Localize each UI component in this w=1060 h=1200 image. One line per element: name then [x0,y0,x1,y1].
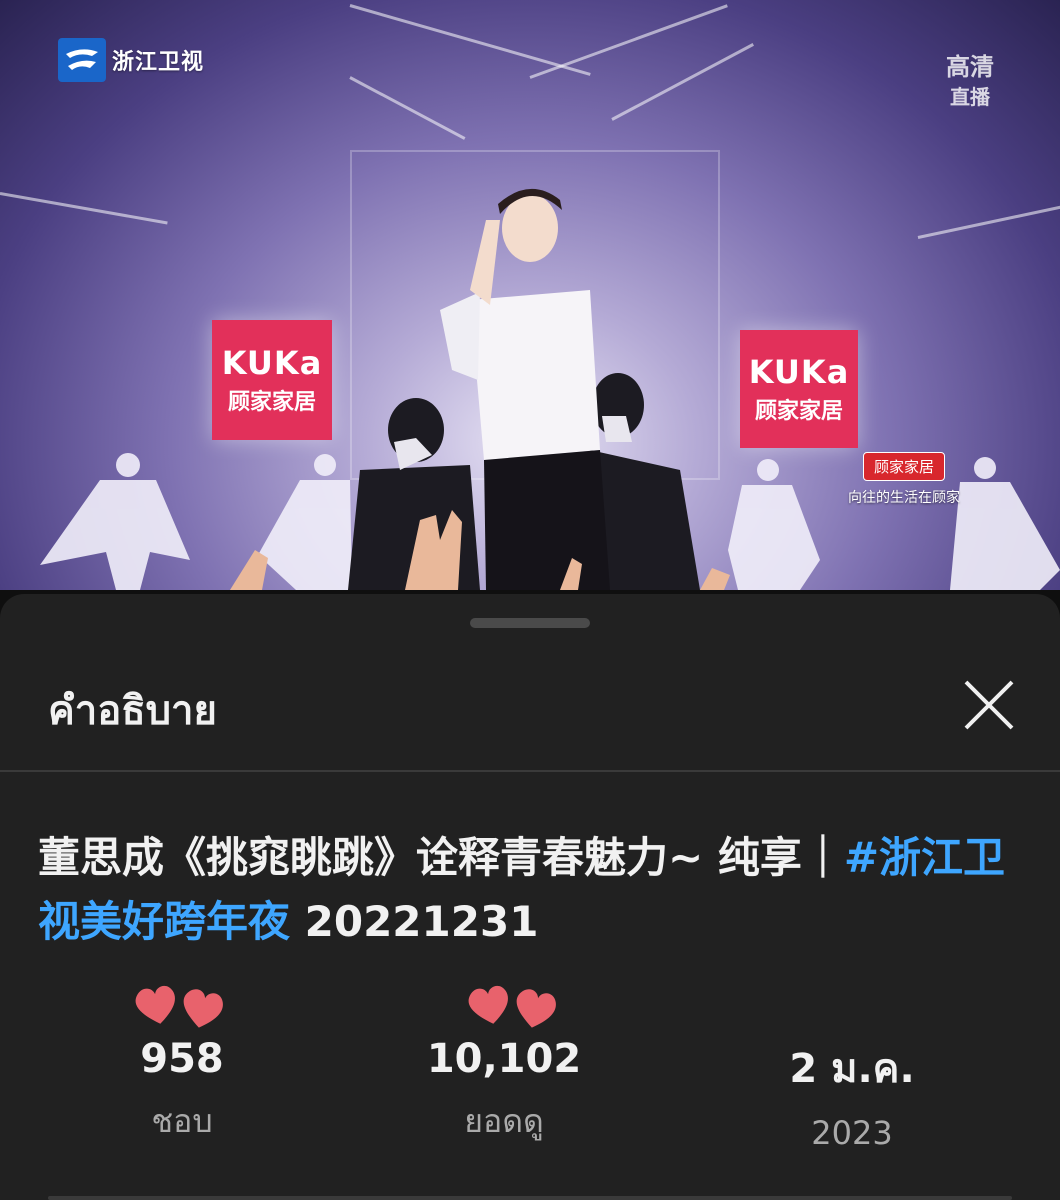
publish-year: 2023 [811,1114,893,1152]
channel-name: 浙江卫视 [112,50,205,75]
divider [0,770,1060,772]
zhejiang-tv-logo-icon [58,38,106,82]
date-stat: 2 ม.ค. 2023 [722,980,982,1152]
views-stat: 10,102 ยอดดู [374,980,634,1147]
likes-stat: 958 ชอบ [52,980,312,1147]
video-player[interactable]: 浙江卫视 高清 直播 KUKa 顾家家居 KUKa 顾家家居 顾家家居 向往的生… [0,0,1060,590]
channel-logo: 浙江卫视 [58,38,204,82]
hd-live-badge: 高清 直播 [946,52,994,112]
scroll-indicator [48,1196,1012,1200]
stage-light-bar [349,4,591,76]
video-title-date: 20221231 [290,897,539,946]
close-button[interactable] [960,676,1018,734]
performers-illustration [40,188,1060,590]
ad-overlay: 顾家家居 向往的生活在顾家 [848,452,960,507]
likes-count: 958 [140,1036,224,1082]
live-label: 直播 [950,85,990,109]
likes-label: ชอบ [151,1102,213,1140]
drag-handle[interactable] [470,618,590,628]
stage-light-bar [349,76,466,140]
stage-light-bar [529,4,728,79]
sheet-title: คำอธิบาย [48,688,217,734]
views-label: ยอดดู [464,1102,544,1140]
views-count: 10,102 [426,1036,582,1082]
video-title-text: 董思成《挑窕眺跳》诠释青春魅力~ 纯享｜ [38,833,844,882]
description-sheet: คำอธิบาย 董思成《挑窕眺跳》诠释青春魅力~ 纯享｜#浙江卫视美好跨年夜 … [0,594,1060,1200]
hd-label: 高清 [946,53,994,81]
hearts-sticker-icon [52,980,312,1030]
hearts-sticker-icon [374,980,634,1030]
ad-slogan: 向往的生活在顾家 [848,490,960,506]
publish-date: 2 ม.ค. [789,1046,915,1092]
close-icon [964,680,1014,730]
video-title: 董思成《挑窕眺跳》诠释青春魅力~ 纯享｜#浙江卫视美好跨年夜 20221231 [38,826,1028,954]
stage-light-bar [611,43,754,121]
hearts-spacer [722,980,982,1030]
ad-tag: 顾家家居 [862,452,945,481]
